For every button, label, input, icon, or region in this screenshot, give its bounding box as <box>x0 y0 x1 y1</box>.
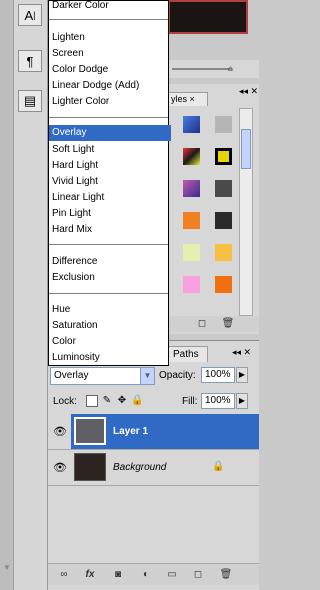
lock-move-icon[interactable]: ✥ <box>116 395 128 407</box>
layer-style-icon[interactable]: fx <box>82 568 98 582</box>
menu-item[interactable]: Hue <box>49 302 171 318</box>
layer-row[interactable]: 👁 Background 🔒 <box>48 450 259 486</box>
layer-thumbnail <box>74 417 106 445</box>
style-swatch[interactable] <box>215 244 232 261</box>
character-panel-icon[interactable]: A | <box>18 4 42 26</box>
collapse-icon[interactable]: ◂◂ ✕ <box>232 347 251 358</box>
layer-name[interactable]: Layer 1 <box>113 426 148 437</box>
new-layer-icon[interactable]: ◻ <box>190 568 206 582</box>
lock-paint-icon[interactable]: ✎ <box>101 395 113 407</box>
lock-icon: 🔒 <box>212 461 225 472</box>
zoom-in-icon[interactable]: ⌂ <box>228 64 233 73</box>
style-swatch[interactable] <box>183 212 200 229</box>
new-group-icon[interactable]: ▭ <box>164 568 180 582</box>
fill-slider-icon[interactable]: ▶ <box>236 393 248 409</box>
style-swatch[interactable] <box>215 212 232 229</box>
new-style-icon[interactable]: ◻ <box>194 317 210 331</box>
menu-item[interactable]: Color Dodge <box>49 62 171 78</box>
menu-separator <box>49 293 168 294</box>
zoom-slider[interactable]: ⌂ <box>168 60 259 78</box>
menu-separator <box>49 244 168 245</box>
layer-comps-icon[interactable]: ▤ <box>18 90 42 112</box>
fill-label: Fill: <box>182 396 198 407</box>
menu-item[interactable]: Vivid Light <box>49 174 171 190</box>
menu-item[interactable]: Soft Light <box>49 142 171 158</box>
add-mask-icon[interactable]: ◙ <box>110 568 126 582</box>
style-swatch[interactable] <box>183 148 200 165</box>
menu-item[interactable]: Color <box>49 334 171 350</box>
opacity-slider-icon[interactable]: ▶ <box>236 367 248 383</box>
opacity-field[interactable]: 100% <box>201 367 235 383</box>
styles-scrollbar[interactable] <box>239 108 253 316</box>
navigator-preview <box>168 0 248 34</box>
collapse-icon[interactable]: ◂◂ ✕ <box>239 86 258 97</box>
paragraph-panel-icon[interactable]: ¶ <box>18 50 42 72</box>
lock-all-icon[interactable]: 🔒 <box>131 395 143 407</box>
panel-dock-column: A | ¶ ▤ <box>14 0 48 590</box>
menu-item[interactable]: Difference <box>49 254 171 270</box>
menu-item[interactable]: Lighter Color <box>49 94 171 110</box>
fill-field[interactable]: 100% <box>201 393 235 409</box>
menu-item[interactable]: Saturation <box>49 318 171 334</box>
close-icon[interactable]: × <box>190 94 195 104</box>
styles-panel-footer: ◻ 🗑 <box>168 316 259 332</box>
menu-item[interactable]: Exclusion <box>49 270 171 286</box>
style-swatch[interactable] <box>183 116 200 133</box>
link-layers-icon[interactable]: ∞ <box>56 568 72 582</box>
menu-item[interactable]: Linear Dodge (Add) <box>49 78 171 94</box>
adjustment-layer-icon[interactable]: ◐ <box>138 568 154 582</box>
style-swatch[interactable] <box>183 276 200 293</box>
menu-item[interactable]: Lighten <box>49 30 171 46</box>
style-swatch[interactable] <box>215 276 232 293</box>
style-swatch[interactable] <box>183 244 200 261</box>
tab-paths[interactable]: Paths <box>168 346 208 362</box>
delete-layer-icon[interactable]: 🗑 <box>218 568 234 582</box>
menu-item[interactable]: Darker Color <box>49 0 171 14</box>
style-swatch[interactable] <box>215 116 232 133</box>
layer-row[interactable]: 👁 Layer 1 <box>48 414 259 450</box>
visibility-eye-icon[interactable]: 👁 <box>52 424 68 440</box>
lock-label: Lock: <box>53 396 77 407</box>
menu-item-selected[interactable]: Overlay <box>49 125 171 141</box>
menu-item[interactable]: Screen <box>49 46 171 62</box>
opacity-label: Opacity: <box>159 370 196 381</box>
tab-paths-label: Paths <box>173 349 199 360</box>
tab-styles-label: yles <box>171 94 188 104</box>
menu-item[interactable]: Hard Light <box>49 158 171 174</box>
menu-item[interactable]: Hard Mix <box>49 222 171 238</box>
blend-mode-menu: Darker Color Lighten Screen Color Dodge … <box>48 0 171 366</box>
lock-transparent-icon[interactable] <box>86 395 98 407</box>
style-swatch[interactable] <box>183 180 200 197</box>
left-tool-strip <box>0 0 14 590</box>
visibility-eye-icon[interactable]: 👁 <box>52 460 68 476</box>
style-swatch[interactable] <box>215 180 232 197</box>
menu-item[interactable]: Linear Light <box>49 190 171 206</box>
tab-styles[interactable]: yles × <box>168 92 208 106</box>
menu-separator <box>49 117 168 118</box>
menu-item[interactable]: Pin Light <box>49 206 171 222</box>
layers-panel-footer: ∞ fx ◙ ◐ ▭ ◻ 🗑 <box>48 563 259 585</box>
layer-thumbnail <box>74 453 106 481</box>
menu-separator <box>49 19 168 20</box>
menu-item[interactable]: Luminosity <box>49 350 171 366</box>
blend-mode-value: Overlay <box>54 370 89 381</box>
layer-name[interactable]: Background <box>113 462 166 473</box>
chevron-down-icon[interactable]: ▼ <box>140 368 154 384</box>
style-swatch[interactable] <box>215 148 232 165</box>
scrollbar-thumb[interactable] <box>241 129 251 169</box>
scroll-down-icon[interactable]: ▼ <box>2 563 12 573</box>
delete-style-icon[interactable]: 🗑 <box>220 317 236 331</box>
